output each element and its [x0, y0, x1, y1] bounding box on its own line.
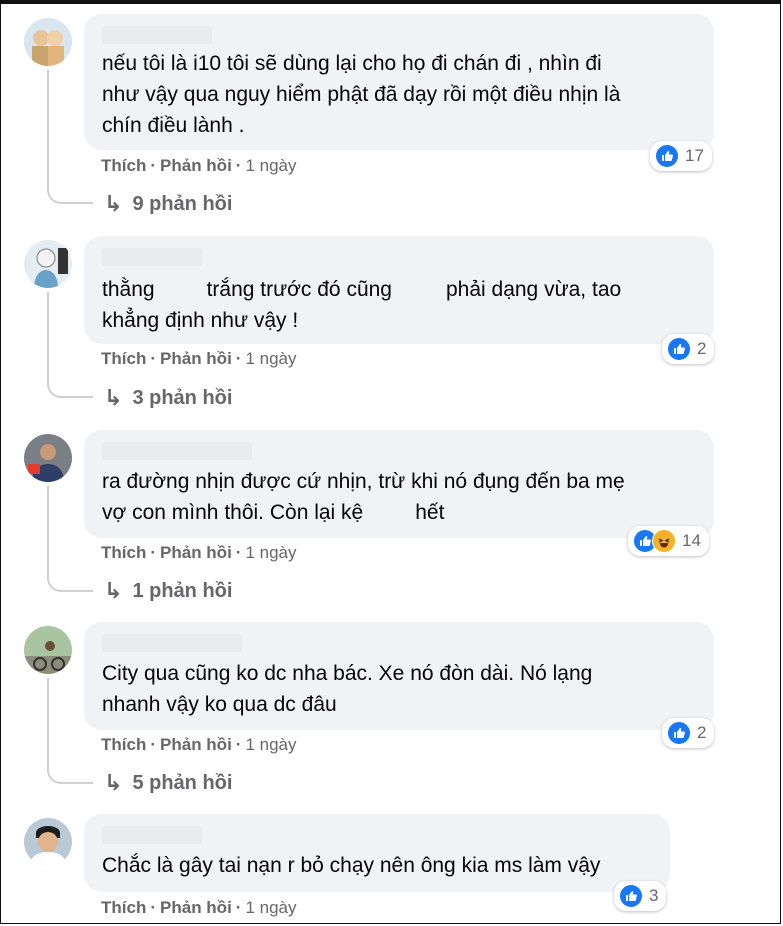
reply-arrow-icon: ↳ — [104, 770, 123, 795]
avatar[interactable] — [24, 240, 72, 288]
redacted-author-name — [102, 248, 202, 266]
timestamp[interactable]: 1 ngày — [245, 898, 296, 917]
comment-text-fragment: hết — [415, 501, 445, 524]
comment-actions: Thích · Phản hồi · 1 ngày — [101, 349, 297, 368]
reply-arrow-icon: ↳ — [104, 385, 123, 410]
view-replies-link[interactable]: ↳ 3 phản hồi — [104, 385, 232, 411]
comment-actions: Thích · Phản hồi · 1 ngày — [101, 898, 297, 917]
comment-actions: Thích · Phản hồi · 1 ngày — [101, 543, 297, 562]
thread-line — [47, 486, 49, 578]
like-icon — [667, 721, 691, 745]
replies-count-label: 9 phản hồi — [132, 192, 233, 215]
reaction-count: 3 — [649, 886, 659, 905]
view-replies-link[interactable]: ↳ 5 phản hồi — [104, 770, 232, 796]
reply-link[interactable]: Phản hồi — [160, 898, 232, 917]
replies-count-label: 1 phản hồi — [132, 579, 233, 602]
redacted-word — [363, 502, 416, 525]
redacted-author-name — [102, 826, 202, 844]
thread-connector — [47, 380, 93, 398]
timestamp[interactable]: 1 ngày — [245, 349, 296, 368]
redacted-word — [391, 279, 446, 302]
comment-bubble: Chắc là gây tai nạn r bỏ chạy nên ông ki… — [84, 814, 670, 892]
like-icon — [619, 884, 643, 908]
thread-connector — [47, 766, 93, 784]
view-replies-link[interactable]: ↳ 9 phản hồi — [104, 191, 232, 217]
timestamp[interactable]: 1 ngày — [245, 156, 296, 175]
view-replies-link[interactable]: ↳ 1 phản hồi — [104, 578, 232, 604]
comment-text-fragment: trắng trước đó cũng — [206, 278, 392, 301]
like-link[interactable]: Thích — [101, 735, 146, 754]
reaction-count: 2 — [697, 339, 707, 358]
thread-line — [47, 678, 49, 770]
like-link[interactable]: Thích — [101, 349, 146, 368]
comment-text-line: Chắc là gây tai nạn r bỏ chạy nên ông ki… — [102, 854, 601, 877]
comment-bubble: nếu tôi là i10 tôi sẽ dùng lại cho họ đi… — [84, 14, 714, 150]
thread-line — [47, 292, 49, 384]
reply-arrow-icon: ↳ — [104, 191, 123, 216]
comment-text-line: như vậy qua nguy hiểm phật đã dạy rồi mộ… — [102, 83, 621, 106]
avatar[interactable] — [24, 434, 72, 482]
like-link[interactable]: Thích — [101, 898, 146, 917]
reaction-count: 17 — [685, 146, 704, 165]
avatar[interactable] — [24, 18, 72, 66]
like-link[interactable]: Thích — [101, 543, 146, 562]
timestamp[interactable]: 1 ngày — [245, 735, 296, 754]
reaction-count: 2 — [697, 723, 707, 742]
comment-text-line: vợ con mình thôi. Còn lại kệ hết — [102, 497, 444, 528]
timestamp[interactable]: 1 ngày — [245, 543, 296, 562]
comment-actions: Thích · Phản hồi · 1 ngày — [101, 156, 297, 175]
replies-count-label: 5 phản hồi — [132, 771, 233, 794]
comment-actions: Thích · Phản hồi · 1 ngày — [101, 735, 297, 754]
comment-bubble: ra đường nhịn được cứ nhịn, trừ khi nó đ… — [84, 430, 714, 538]
thread-connector — [47, 574, 93, 592]
like-icon — [667, 337, 691, 361]
reaction-summary[interactable]: 3 — [614, 881, 667, 911]
haha-icon — [652, 529, 676, 553]
reply-link[interactable]: Phản hồi — [160, 349, 232, 368]
comment-text-line: chín điều lành . — [102, 114, 245, 137]
replies-count-label: 3 phản hồi — [132, 386, 233, 409]
comment-text-fragment: thằng — [102, 278, 155, 301]
comment-text-line: khẳng định như vậy ! — [102, 309, 299, 332]
redacted-author-name — [102, 26, 212, 44]
avatar[interactable] — [24, 818, 72, 866]
comment-text-line: nếu tôi là i10 tôi sẽ dùng lại cho họ đi… — [102, 52, 602, 75]
comment-bubble: thằng trắng trước đó cũng phải dạng vừa, t… — [84, 236, 714, 344]
like-icon — [655, 144, 679, 168]
comment-text-line: thằng trắng trước đó cũng phải dạng vừa, t… — [102, 274, 621, 305]
redacted-word — [154, 279, 207, 302]
reaction-count: 14 — [682, 531, 701, 550]
reaction-summary[interactable]: 2 — [662, 334, 715, 364]
reaction-summary[interactable]: 17 — [650, 141, 712, 171]
reply-link[interactable]: Phản hồi — [160, 156, 232, 175]
reply-link[interactable]: Phản hồi — [160, 735, 232, 754]
comment-text-line: ra đường nhịn được cứ nhịn, trừ khi nó đ… — [102, 470, 625, 493]
comment-text-line: City qua cũng ko dc nha bác. Xe nó đòn d… — [102, 662, 593, 685]
comment-text-line: nhanh vậy ko qua dc đâu — [102, 693, 337, 716]
reaction-summary[interactable]: 2 — [662, 718, 715, 748]
reply-link[interactable]: Phản hồi — [160, 543, 232, 562]
avatar[interactable] — [24, 626, 72, 674]
reaction-summary[interactable]: 14 — [628, 526, 709, 556]
thread-connector — [47, 186, 93, 204]
redacted-author-name — [102, 634, 242, 652]
like-link[interactable]: Thích — [101, 156, 146, 175]
redacted-author-name — [102, 442, 252, 460]
comment-bubble: City qua cũng ko dc nha bác. Xe nó đòn d… — [84, 622, 714, 730]
comment-text-fragment: phải dạng vừa, tao — [445, 278, 622, 301]
reply-arrow-icon: ↳ — [104, 578, 123, 603]
comment-text-fragment: vợ con mình thôi. Còn lại kệ — [102, 501, 364, 524]
thread-line — [47, 70, 49, 190]
